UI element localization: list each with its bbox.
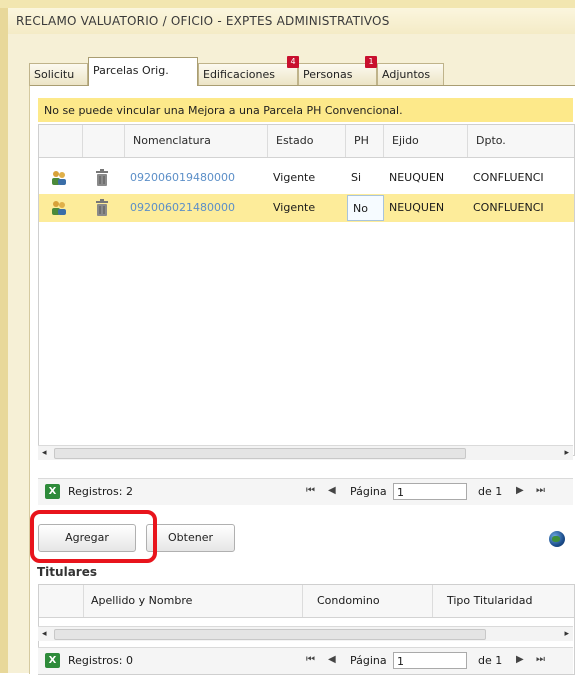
header-tipo-titularidad[interactable]: Tipo Titularidad bbox=[433, 585, 574, 617]
page-input[interactable]: 1 bbox=[393, 483, 467, 500]
cell-nomenclatura[interactable]: 092006021480000 bbox=[125, 194, 268, 222]
tab-label: Adjuntos bbox=[382, 68, 431, 81]
warning-text: No se puede vincular una Mejora a una Pa… bbox=[44, 104, 403, 117]
cell-nomenclatura[interactable]: 092006019480000 bbox=[125, 164, 268, 192]
first-page-icon[interactable]: ⏮ bbox=[306, 485, 315, 496]
person-link-icon[interactable] bbox=[51, 200, 67, 216]
scrollbar-thumb[interactable] bbox=[54, 448, 466, 459]
grid-header: Nomenclatura Estado PH Ejido Dpto. bbox=[39, 125, 574, 158]
tab-label: Solicitu bbox=[34, 68, 75, 81]
registros-count: Registros: 0 bbox=[68, 654, 133, 667]
highlight-annotation bbox=[30, 510, 157, 563]
header-nomenclatura[interactable]: Nomenclatura bbox=[125, 125, 268, 157]
header-dpto[interactable]: Dpto. bbox=[468, 125, 574, 157]
tab-solicitud[interactable]: Solicitu bbox=[29, 63, 88, 85]
table-row[interactable]: 092006019480000 Vigente Si NEUQUEN CONFL… bbox=[39, 164, 574, 192]
header-apellido-nombre[interactable]: Apellido y Nombre bbox=[83, 585, 303, 617]
next-page-icon[interactable]: ▶ bbox=[516, 654, 524, 665]
grid-pager: X Registros: 2 ⏮ ◀ Página 1 de 1 ▶ ⏭ bbox=[38, 478, 573, 505]
cell-dpto: CONFLUENCI bbox=[473, 201, 544, 214]
page-total: de 1 bbox=[478, 654, 503, 667]
header-condomino[interactable]: Condomino bbox=[303, 585, 433, 617]
cell-ph-editing[interactable]: No bbox=[347, 195, 384, 221]
titulares-header: Apellido y Nombre Condomino Tipo Titular… bbox=[39, 585, 574, 618]
excel-export-icon[interactable]: X bbox=[45, 484, 60, 499]
tab-parcelas-orig[interactable]: Parcelas Orig. bbox=[88, 57, 198, 86]
header-ejido[interactable]: Ejido bbox=[384, 125, 468, 157]
globe-icon[interactable] bbox=[549, 531, 565, 547]
cell-ejido: NEUQUEN bbox=[389, 201, 445, 214]
first-page-icon[interactable]: ⏮ bbox=[306, 654, 315, 665]
next-page-icon[interactable]: ▶ bbox=[516, 485, 524, 496]
titulares-pager: X Registros: 0 ⏮ ◀ Página 1 de 1 ▶ ⏭ bbox=[38, 647, 573, 674]
last-page-icon[interactable]: ⏭ bbox=[536, 654, 545, 665]
warning-banner: No se puede vincular una Mejora a una Pa… bbox=[38, 98, 573, 122]
pagina-label: Página bbox=[350, 654, 387, 667]
obtener-button[interactable]: Obtener bbox=[146, 524, 235, 552]
scroll-right-icon[interactable]: ▸ bbox=[564, 627, 569, 641]
cell-ph: Si bbox=[351, 171, 362, 184]
top-strip bbox=[0, 0, 575, 8]
pagina-label: Página bbox=[350, 485, 387, 498]
tab-label: Personas bbox=[303, 68, 353, 81]
header-cell-delete bbox=[83, 125, 125, 157]
cell-estado: Vigente bbox=[273, 171, 316, 184]
scroll-left-icon[interactable]: ◂ bbox=[42, 627, 47, 641]
horizontal-scrollbar[interactable]: ◂ ▸ bbox=[38, 445, 573, 460]
parcelas-grid: Nomenclatura Estado PH Ejido Dpto. 09200… bbox=[38, 124, 575, 456]
left-bar bbox=[0, 8, 8, 673]
tab-label: Edificaciones bbox=[203, 68, 276, 81]
scroll-left-icon[interactable]: ◂ bbox=[42, 446, 47, 460]
window-title: RECLAMO VALUATORIO / OFICIO - EXPTES ADM… bbox=[16, 14, 390, 28]
titulares-title: Titulares bbox=[37, 565, 97, 579]
page-input[interactable]: 1 bbox=[393, 652, 467, 669]
person-link-icon[interactable] bbox=[51, 170, 67, 186]
cell-estado: Vigente bbox=[273, 201, 316, 214]
scrollbar-thumb[interactable] bbox=[54, 629, 486, 640]
personas-count-badge: 1 bbox=[365, 56, 377, 68]
header-estado[interactable]: Estado bbox=[268, 125, 346, 157]
page-total: de 1 bbox=[478, 485, 503, 498]
last-page-icon[interactable]: ⏭ bbox=[536, 485, 545, 496]
tab-label: Parcelas Orig. bbox=[93, 64, 169, 77]
table-row-selected[interactable]: 092006021480000 Vigente No NEUQUEN CONFL… bbox=[39, 194, 574, 222]
edificaciones-count-badge: 4 bbox=[287, 56, 299, 68]
trash-icon[interactable] bbox=[95, 199, 109, 217]
excel-export-icon[interactable]: X bbox=[45, 653, 60, 668]
window-titlebar: RECLAMO VALUATORIO / OFICIO - EXPTES ADM… bbox=[8, 8, 575, 35]
titulares-horizontal-scrollbar[interactable]: ◂ ▸ bbox=[38, 626, 573, 641]
prev-page-icon[interactable]: ◀ bbox=[328, 654, 336, 665]
scroll-right-icon[interactable]: ▸ bbox=[564, 446, 569, 460]
registros-count: Registros: 2 bbox=[68, 485, 133, 498]
header-cell-icon bbox=[39, 125, 83, 157]
header-cell-icon bbox=[39, 585, 84, 617]
trash-icon[interactable] bbox=[95, 169, 109, 187]
cell-ejido: NEUQUEN bbox=[389, 171, 445, 184]
tab-edificaciones[interactable]: Edificaciones bbox=[198, 63, 298, 85]
cell-dpto: CONFLUENCI bbox=[473, 171, 544, 184]
header-ph[interactable]: PH bbox=[346, 125, 384, 157]
prev-page-icon[interactable]: ◀ bbox=[328, 485, 336, 496]
tab-adjuntos[interactable]: Adjuntos bbox=[377, 63, 444, 85]
